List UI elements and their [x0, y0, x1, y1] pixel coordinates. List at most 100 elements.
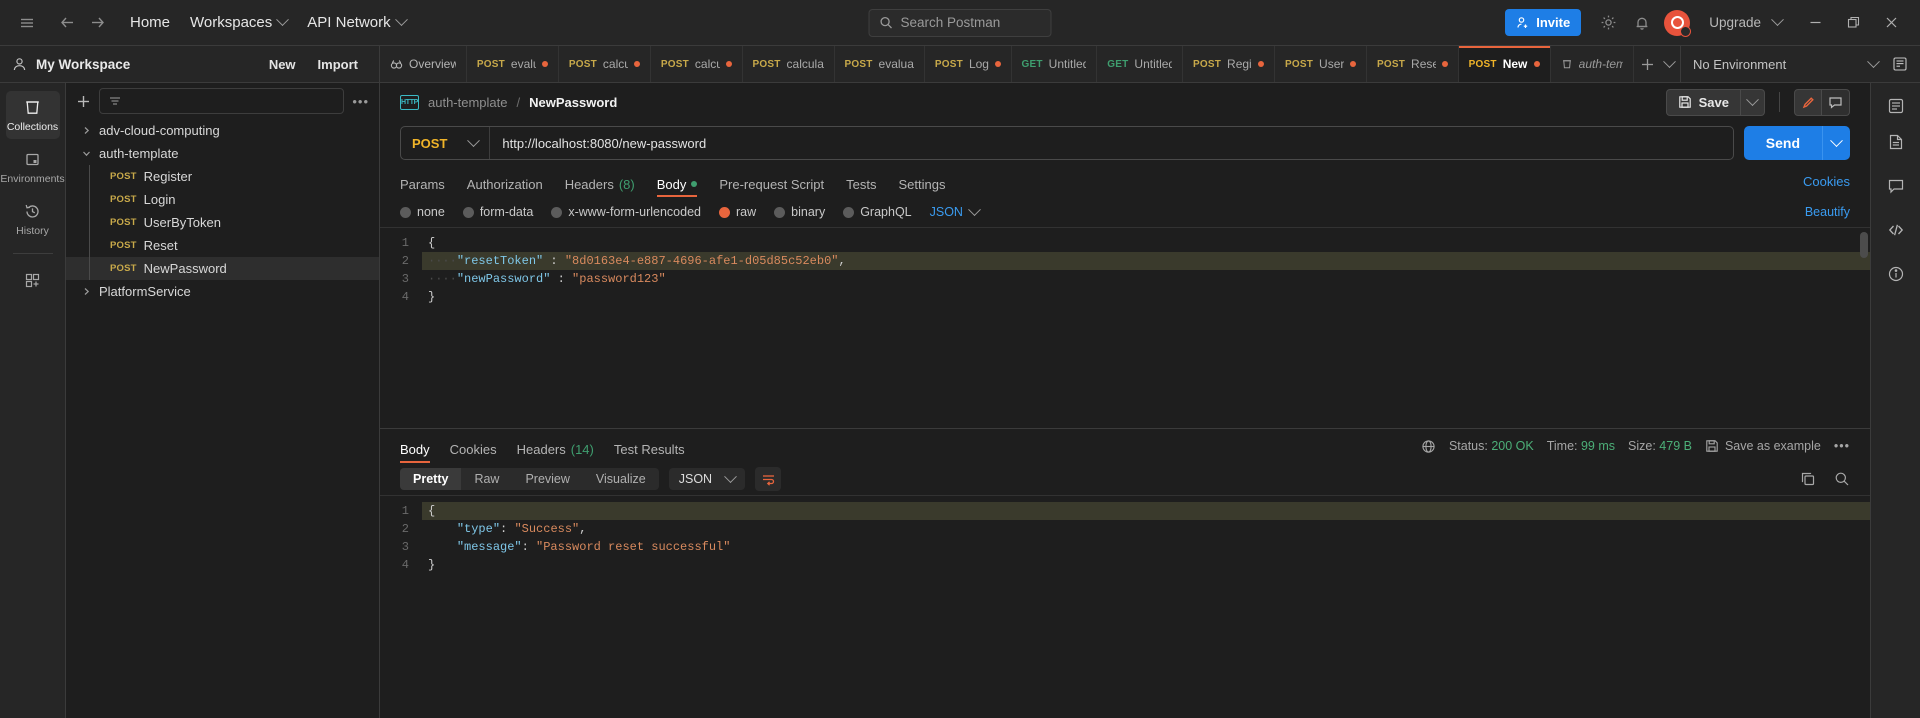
documentation-icon[interactable]: [1887, 133, 1905, 151]
nav-workspaces[interactable]: Workspaces: [180, 10, 297, 35]
sidebar-item-history[interactable]: History: [6, 195, 60, 243]
sidebar-item-add-apps[interactable]: [6, 264, 60, 296]
response-view-raw[interactable]: Raw: [461, 468, 512, 490]
send-button[interactable]: Send: [1743, 126, 1822, 160]
search-icon[interactable]: [1834, 471, 1850, 487]
response-view-pretty[interactable]: Pretty: [400, 468, 462, 490]
response-view-modes[interactable]: Pretty Raw Preview Visualize: [400, 468, 659, 490]
invite-button[interactable]: Invite: [1505, 9, 1582, 36]
request-tab-body[interactable]: Body: [656, 165, 698, 197]
request-tab-calcu[interactable]: POST calcu: [651, 46, 743, 82]
body-mode-none[interactable]: none: [400, 205, 445, 219]
filter-input[interactable]: [99, 88, 345, 114]
tree-item-register[interactable]: POST Register: [66, 165, 379, 188]
import-button[interactable]: Import: [309, 53, 367, 76]
tree-item-newpassword[interactable]: POST NewPassword: [66, 257, 379, 280]
plus-icon[interactable]: [76, 94, 91, 109]
more-options-icon[interactable]: •••: [352, 94, 369, 109]
nav-api-network[interactable]: API Network: [297, 10, 415, 35]
response-view-visualize[interactable]: Visualize: [583, 468, 659, 490]
chevron-down-icon[interactable]: [1663, 54, 1676, 68]
save-button[interactable]: Save: [1665, 88, 1741, 116]
response-body-viewer[interactable]: 1 2 3 4 { "type": "Success", "message": "Pa…: [380, 495, 1870, 718]
body-mode-graphql[interactable]: GraphQL: [843, 205, 912, 219]
request-tab-strip[interactable]: OverviewPOSTevaluaPOSTcalculPOSTcalcuPOS…: [380, 46, 1634, 82]
breadcrumb-collection[interactable]: auth-template: [428, 95, 508, 110]
response-format-selector[interactable]: JSON: [668, 468, 746, 490]
request-code-area[interactable]: { ····"resetToken" : "8d0163e4-e887-4696…: [416, 228, 1870, 428]
request-body-editor[interactable]: 1234 { ····"resetToken" : "8d0163e4-e887…: [380, 227, 1870, 428]
request-tab-untitled[interactable]: GET Untitled: [1097, 46, 1183, 82]
request-tab-auth-tem[interactable]: auth-tem: [1551, 46, 1634, 82]
request-tab-untitled[interactable]: GET Untitled: [1012, 46, 1098, 82]
back-arrow-icon[interactable]: [52, 8, 82, 38]
request-tab-evaluat[interactable]: POST evaluat: [835, 46, 925, 82]
search-input[interactable]: Search Postman: [868, 8, 1052, 37]
tree-item-auth-template[interactable]: auth-template: [66, 142, 379, 165]
send-options-button[interactable]: [1822, 126, 1850, 160]
request-tab-overview[interactable]: Overview: [380, 46, 467, 82]
request-tab-userb[interactable]: POST UserB: [1275, 46, 1367, 82]
response-tab-headers[interactable]: Headers (14): [517, 429, 594, 463]
chevron-down-icon[interactable]: [1867, 54, 1880, 68]
editor-scrollbar[interactable]: [1860, 232, 1868, 258]
sidebar-item-collections[interactable]: Collections: [5, 91, 60, 139]
copy-icon[interactable]: [1800, 471, 1816, 487]
bell-icon[interactable]: [1627, 8, 1657, 38]
request-tab-newp[interactable]: POST NewP: [1458, 46, 1551, 82]
tree-item-userbytoken[interactable]: POST UserByToken: [66, 211, 379, 234]
chevron-right-icon[interactable]: [80, 126, 92, 135]
body-mode-selector[interactable]: none form-data x-www-form-urlencoded raw bin…: [380, 197, 1870, 227]
plus-icon[interactable]: [1640, 57, 1655, 72]
body-format-selector[interactable]: JSON: [930, 202, 981, 219]
window-close-button[interactable]: [1874, 8, 1908, 38]
pencil-icon[interactable]: [1794, 88, 1822, 116]
response-tab-test-results[interactable]: Test Results: [614, 429, 685, 463]
upgrade-button[interactable]: Upgrade: [1697, 10, 1794, 35]
tree-item-platformservice[interactable]: PlatformService: [66, 280, 379, 303]
hamburger-icon[interactable]: [12, 8, 42, 38]
collections-tree[interactable]: adv-cloud-computing auth-template POST Regi…: [66, 119, 379, 718]
request-tab-settings[interactable]: Settings: [898, 165, 945, 197]
body-mode-form-data[interactable]: form-data: [462, 205, 533, 219]
chevron-right-icon[interactable]: [80, 287, 92, 296]
word-wrap-icon[interactable]: [755, 467, 782, 491]
comments-icon[interactable]: [1887, 177, 1905, 195]
request-tab-logi[interactable]: POST Logi: [925, 46, 1012, 82]
body-mode-binary[interactable]: binary: [774, 205, 825, 219]
response-tabs[interactable]: Body Cookies Headers (14) Test Results Status…: [380, 429, 1870, 463]
request-tab-calculat[interactable]: POST calculat: [743, 46, 835, 82]
request-tab-pre-request-script[interactable]: Pre-request Script: [719, 165, 824, 197]
tree-item-adv-cloud-computing[interactable]: adv-cloud-computing: [66, 119, 379, 142]
sidebar-item-environments[interactable]: Environments: [0, 143, 65, 191]
cookies-link[interactable]: Cookies: [1803, 174, 1850, 189]
url-input[interactable]: http://localhost:8080/new-password: [490, 136, 718, 151]
code-snippet-icon[interactable]: [1887, 221, 1905, 239]
beautify-button[interactable]: Beautify: [1805, 205, 1850, 219]
method-selector[interactable]: POST: [401, 127, 491, 159]
response-view-preview[interactable]: Preview: [512, 468, 582, 490]
request-tab-calcul[interactable]: POST calcul: [559, 46, 651, 82]
request-tab-authorization[interactable]: Authorization: [467, 165, 543, 197]
url-bar[interactable]: POST http://localhost:8080/new-password: [400, 126, 1734, 160]
body-mode-raw[interactable]: raw: [719, 205, 756, 219]
save-options-button[interactable]: [1741, 88, 1765, 116]
gear-icon[interactable]: [1593, 8, 1623, 38]
environment-selector[interactable]: No Environment: [1680, 46, 1920, 82]
request-tab-evalua[interactable]: POST evalua: [467, 46, 559, 82]
forward-arrow-icon[interactable]: [82, 8, 112, 38]
chevron-down-icon[interactable]: [80, 149, 92, 158]
tree-item-login[interactable]: POST Login: [66, 188, 379, 211]
request-tab-headers[interactable]: Headers (8): [565, 165, 635, 197]
request-tab-params[interactable]: Params: [400, 165, 445, 197]
tree-item-reset[interactable]: POST Reset: [66, 234, 379, 257]
request-tab-regis[interactable]: POST Regis: [1183, 46, 1275, 82]
new-button[interactable]: New: [260, 53, 305, 76]
layout-icon[interactable]: [1887, 97, 1905, 115]
window-minimize-button[interactable]: [1798, 8, 1832, 38]
request-tab-rese[interactable]: POST Rese: [1367, 46, 1459, 82]
response-tab-body[interactable]: Body: [400, 429, 430, 463]
info-icon[interactable]: [1887, 265, 1905, 283]
body-mode-x-www-form-urlencoded[interactable]: x-www-form-urlencoded: [551, 205, 701, 219]
request-tabs[interactable]: Params Authorization Headers (8) Body Pre-req…: [380, 165, 1870, 197]
